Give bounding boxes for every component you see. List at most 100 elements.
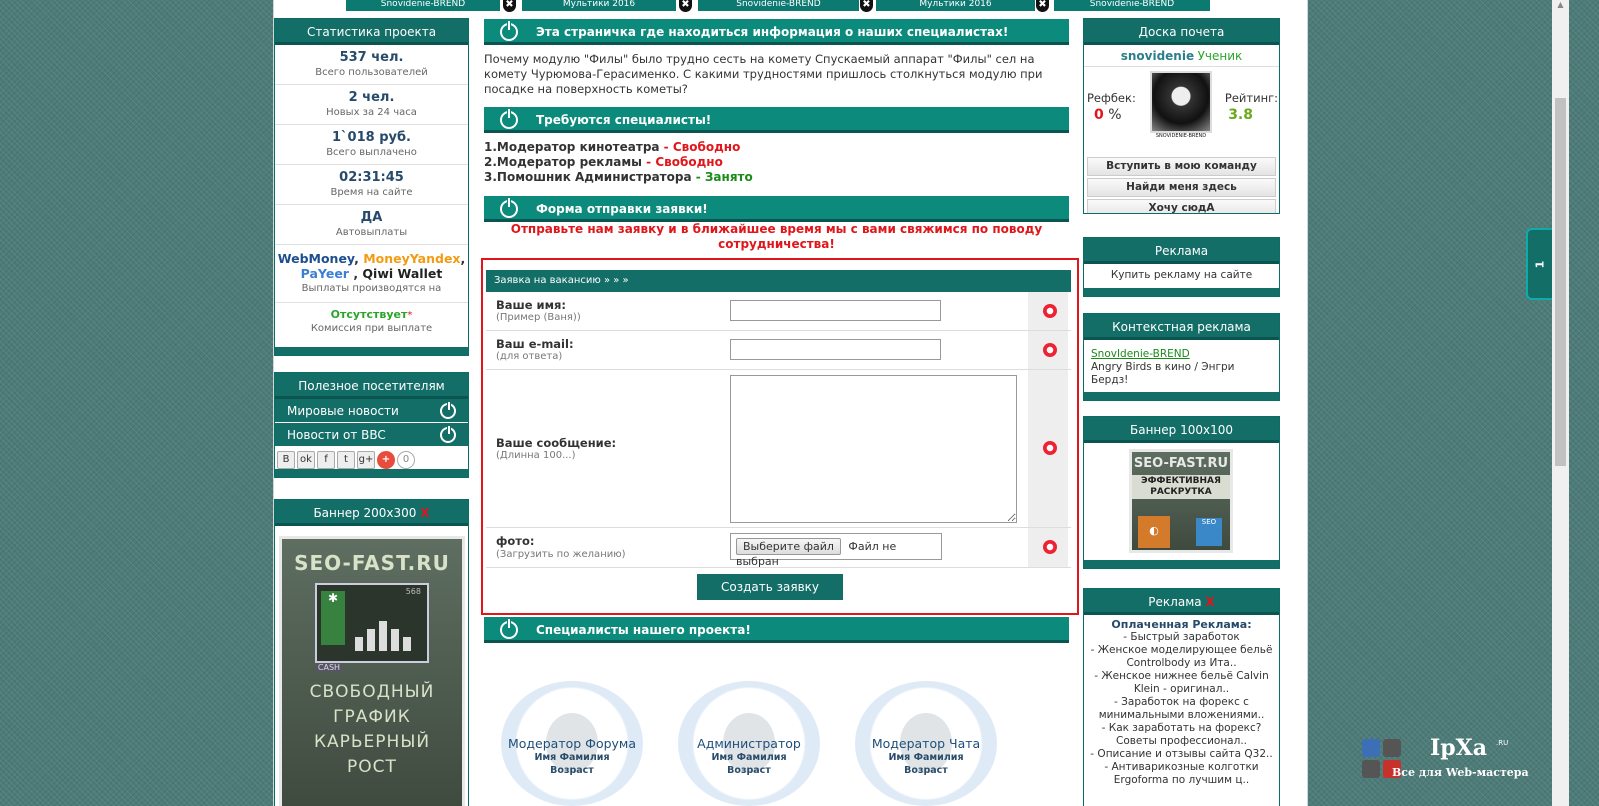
specialist-card[interactable]: Модератор Чата Имя Фамилия Возраст [855,681,997,806]
buy-ads-link[interactable]: Купить рекламу на сайте [1084,269,1279,282]
odnoklassniki-icon[interactable]: ok [297,451,315,469]
link-world-news[interactable]: Мировые новости [275,399,468,423]
ad-link[interactable]: - Заработок на форекс с минимальными вло… [1086,696,1277,722]
close-icon[interactable]: X [420,506,429,520]
status-icon [1043,540,1057,554]
refbek-value-row: 0 % [1094,107,1122,123]
status-icon [1043,304,1057,318]
specialist-role: Модератор Форума [507,736,637,751]
field-status [1028,370,1068,527]
top-nav-item[interactable]: Snovidenie-BREND [346,0,500,11]
message-textarea[interactable] [730,375,1017,523]
want-here-button[interactable]: Хочу сюдА [1087,199,1276,213]
top-nav-item[interactable]: Snovidenie-BREND [1054,0,1210,11]
find-me-button[interactable]: Найди меня здесь [1087,178,1276,197]
banner-line: КАРЬЕРНЫЙ [313,732,431,752]
specialist-age: Возраст [727,765,771,776]
stat-commission: Отсутствует* Комиссия при выплате [275,303,468,343]
seo-label: SEO [1196,518,1222,546]
form-row-email: Ваш e-mail: (для ответа) [486,331,1071,370]
top-nav-item[interactable]: Мультики 2016 [522,0,676,11]
google-plus-icon[interactable]: g+ [357,451,375,469]
job-status: Свободно [655,155,723,169]
ad-link[interactable]: - Антиварикозные колготки Ergoforma по л… [1086,761,1277,787]
avatar-caption: SNOVIDENIE-BREND [1155,133,1207,139]
stat-users: 537 чел. Всего пользователей [275,45,468,85]
close-icon[interactable]: X [1205,595,1214,609]
ad-link[interactable]: - Быстрый заработок [1086,631,1277,644]
specialist-name: Имя Фамилия [711,752,787,763]
choose-file-button[interactable]: Выберите файл [736,538,841,555]
share-plus-icon[interactable]: + [377,451,395,469]
banner-line: ГРАФИК [333,707,411,727]
banner-number: 568 [405,587,421,596]
ad-link[interactable]: - Как заработать на форекс? Советы профе… [1086,722,1277,748]
context-ad-text[interactable]: Angry Birds в кино / Энгри Бердз! [1091,361,1272,387]
join-team-button[interactable]: Вступить в мою команду [1087,157,1276,176]
refbek-value: 0 [1094,107,1104,123]
stat-label: Выплаты производятся на [301,283,442,294]
specialist-card[interactable]: Администратор Имя Фамилия Возраст [678,681,820,806]
stat-value: 2 чел. [348,90,395,105]
form-title: Заявка на вакансию » » » [486,270,1071,292]
submit-application-button[interactable]: Создать заявку [697,574,843,600]
application-form: Заявка на вакансию » » » Ваше имя: (Прим… [481,258,1079,615]
vk-icon[interactable]: B [277,451,295,469]
intro-text: Почему модулю "Филы" было трудно сесть н… [484,52,1043,96]
avatar[interactable] [1150,71,1212,133]
ads-box: Реклама Купить рекламу на сайте [1083,237,1280,297]
side-panel-tab[interactable]: 1 [1526,228,1554,300]
payment-qiwi: Qiwi Wallet [362,266,443,281]
close-icon[interactable]: ✖ [679,0,692,12]
power-icon [500,108,518,129]
separator: - [659,140,673,154]
close-icon[interactable]: ✖ [1036,0,1049,12]
ad-link[interactable]: - Женское нижнее бельё Calvin Klein - ор… [1086,670,1277,696]
ad-link[interactable]: - Женское моделирующее бельё Controlbody… [1086,644,1277,670]
payment-webmoney: WebMoney [277,251,355,266]
facebook-icon[interactable]: f [317,451,335,469]
logo-tile [1362,739,1380,757]
context-ads-box: Контекстная реклама SnovIdenie-BREND Ang… [1083,313,1280,401]
top-nav-item[interactable]: Snovidenie-BREND [698,0,859,11]
top-nav-item[interactable]: Мультики 2016 [876,0,1035,11]
separator: - [642,155,656,169]
field-label: Ваше сообщение: [496,436,617,450]
honor-title: Доска почета [1084,19,1279,45]
twitter-icon[interactable]: t [337,451,355,469]
honor-username[interactable]: snovidenie [1121,49,1194,63]
stat-new: 2 чел. Новых за 24 часа [275,85,468,125]
section-title: Специалисты нашего проекта! [536,623,751,637]
field-status [1028,292,1068,330]
side-tab-label: 1 [1533,260,1547,269]
field-hint: (Длинна 100...) [496,450,576,461]
rating-value: 3.8 [1228,107,1253,123]
form-notice: Отправьте нам заявку и в ближайшее время… [510,222,1043,251]
power-icon [500,20,518,41]
seo-fast-small-banner[interactable]: SEO-FAST.RU ЭФФЕКТИВНАЯ РАСКРУТКА ◐ SEO [1129,449,1233,553]
scrollbar-thumb[interactable] [1555,98,1566,466]
stat-value: 02:31:45 [339,170,404,185]
link-bbc-news[interactable]: Новости от BBC [275,423,468,447]
link-label: Новости от BBC [287,428,386,442]
specialist-card[interactable]: Модератор Форума Имя Фамилия Возраст [501,681,643,806]
status-icon [1043,441,1057,455]
seo-fast-banner[interactable]: SEO-FAST.RU ✱ 568 CASH СВОБОДНЫЙ ГРАФИК … [279,536,465,806]
scroll-up-icon[interactable]: ▲ [1552,0,1569,9]
context-ad-link[interactable]: SnovIdenie-BREND [1091,348,1272,361]
form-row-name: Ваше имя: (Пример (Ваня)) [486,292,1071,331]
stat-value: ДА [360,210,383,225]
commission-value: Отсутствует [330,308,408,321]
cash-label: CASH [316,663,342,672]
email-input[interactable] [730,339,941,360]
useful-title: Полезное посетителям [275,373,468,399]
ad-link[interactable]: - Описание и отзывы сайта Q32.. [1086,748,1277,761]
paid-ads-box: Реклама X Оплаченная Реклама: - Быстрый … [1083,588,1280,806]
page-scrollbar[interactable]: ▲ [1552,0,1569,806]
useful-box: Полезное посетителям Мировые новости Нов… [274,372,469,478]
close-icon[interactable]: ✖ [860,0,873,12]
top-nav: Snovidenie-BREND ✖ Мультики 2016 ✖ Snovi… [274,0,1309,12]
close-icon[interactable]: ✖ [503,0,516,12]
honor-box: Доска почета snovidenie Ученик Рефбек: 0… [1083,18,1280,214]
name-input[interactable] [730,300,941,321]
